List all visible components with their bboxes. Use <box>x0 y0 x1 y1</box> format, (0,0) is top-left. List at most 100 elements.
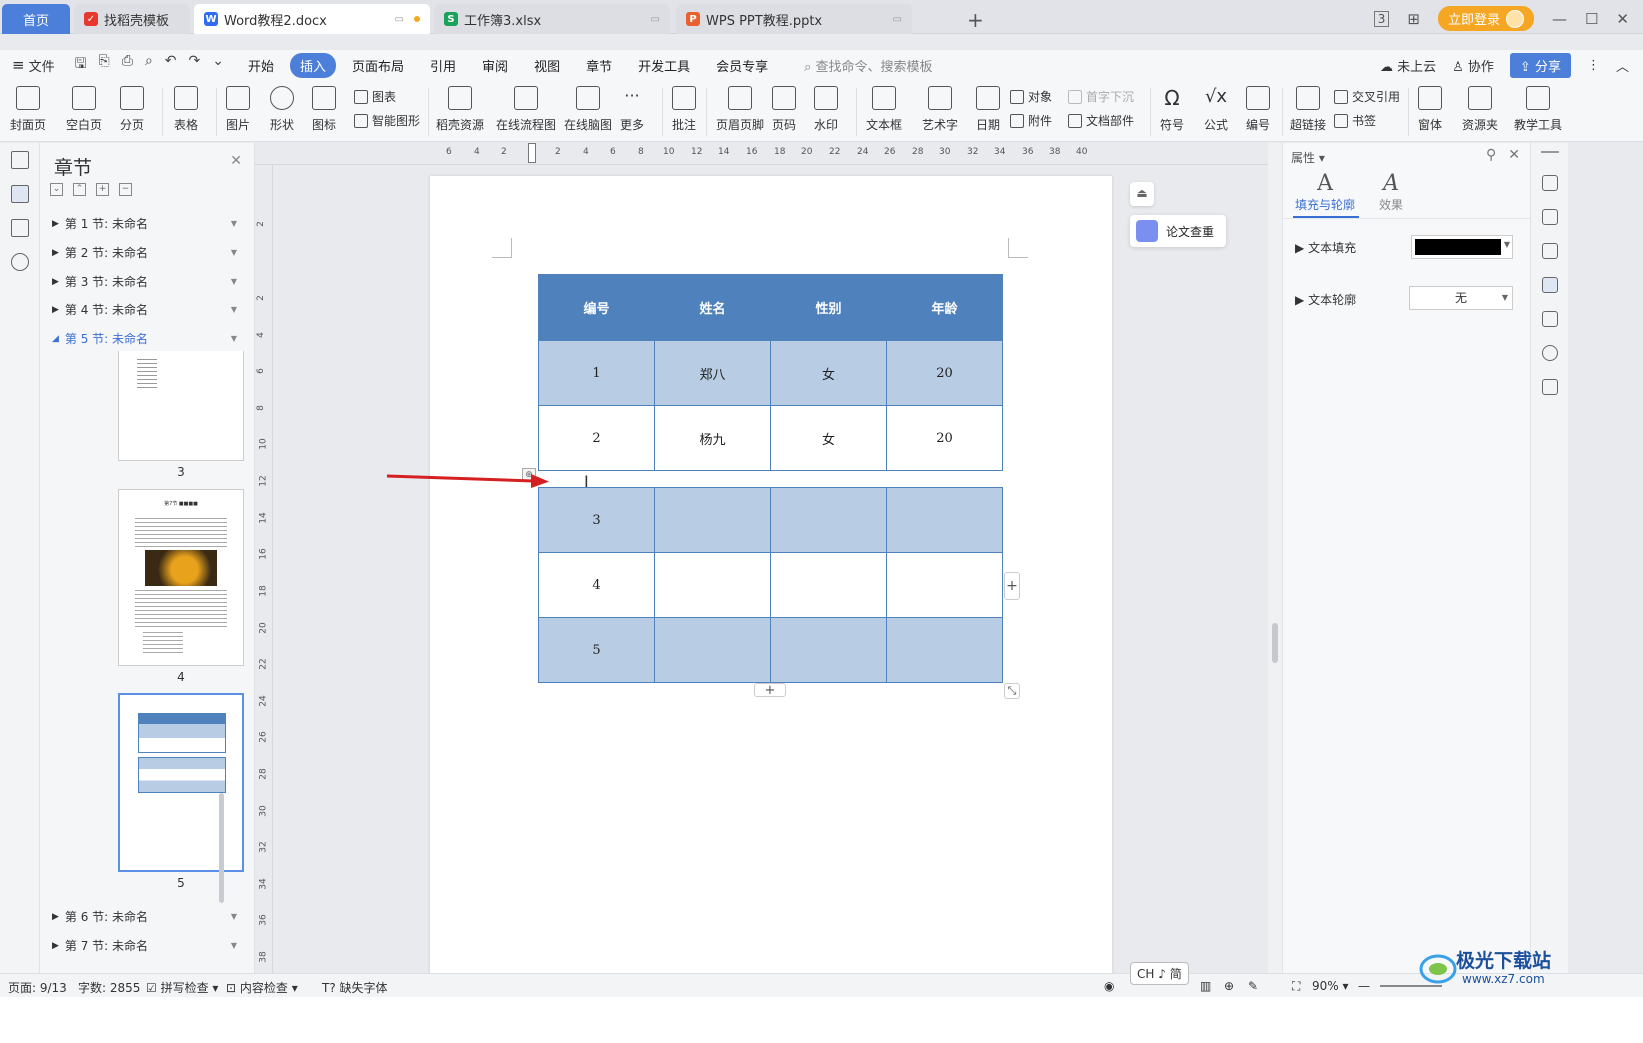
hyperlink-button[interactable]: 超链接 <box>1290 86 1326 133</box>
menu-insert[interactable]: 插入 <box>290 52 337 78</box>
menu-member[interactable]: 会员专享 <box>706 53 778 78</box>
expand-triangle-icon[interactable]: ▶ <box>52 305 59 315</box>
more-vert-icon[interactable]: ⋮ <box>1587 58 1600 73</box>
drag-handle-icon[interactable] <box>1541 151 1559 153</box>
section-item-active[interactable]: ◢ 第 5 节: 未命名 ▼ <box>52 330 237 347</box>
monitor-icon[interactable]: ▭ <box>651 14 660 25</box>
teaching-tools-button[interactable]: 教学工具 <box>1514 86 1562 133</box>
text-outline-select[interactable]: 无 ▼ <box>1409 286 1513 310</box>
collapse-triangle-icon[interactable]: ◢ <box>52 334 59 344</box>
text-fill-row[interactable]: ▶ 文本填充 <box>1295 239 1356 256</box>
table-cell[interactable] <box>770 552 887 618</box>
spell-check-button[interactable]: ☑ 拼写检查 ▾ <box>146 979 218 996</box>
collab-button[interactable]: ♙ 协作 <box>1452 56 1494 75</box>
table-cell[interactable]: 4 <box>538 552 655 618</box>
data-table-top[interactable]: 编号 姓名 性别 年龄 1 郑八 女 20 2 杨九 女 20 <box>538 274 1003 471</box>
missing-font-button[interactable]: T? 缺失字体 <box>322 979 388 996</box>
attachment-button[interactable]: 附件 <box>1010 112 1052 129</box>
tab-docer-templates[interactable]: ✓ 找稻壳模板 <box>74 4 190 34</box>
cursor-select-icon[interactable] <box>1542 243 1558 259</box>
section-item[interactable]: ▶ 第 6 节: 未命名 ▼ <box>52 908 237 925</box>
expand-triangle-icon[interactable]: ▶ <box>52 219 59 229</box>
table-header-cell[interactable]: 年龄 <box>886 274 1003 341</box>
menu-review[interactable]: 审阅 <box>472 53 518 78</box>
login-button[interactable]: 立即登录 <box>1437 6 1534 31</box>
table-header-cell[interactable]: 姓名 <box>654 274 771 341</box>
scroll-thumb[interactable] <box>1272 623 1278 663</box>
print-icon[interactable]: ⎙ <box>122 53 133 77</box>
menu-view[interactable]: 视图 <box>524 53 570 78</box>
table-cell[interactable] <box>886 617 1003 683</box>
menu-start[interactable]: 开始 <box>238 53 284 78</box>
image-tool-icon[interactable] <box>1542 311 1558 327</box>
add-section-icon[interactable]: + <box>96 183 109 196</box>
menu-page-layout[interactable]: 页面布局 <box>342 53 414 78</box>
table-cell[interactable]: 3 <box>538 487 655 553</box>
expand-all-icon[interactable]: ⌃ <box>73 183 86 196</box>
numbering-button[interactable]: 编号 <box>1246 86 1270 133</box>
document-page[interactable]: 编号 姓名 性别 年龄 1 郑八 女 20 2 杨九 女 20 ⊕ I 3 4 … <box>430 176 1112 1016</box>
preview-icon[interactable]: ⌕ <box>145 53 153 77</box>
watermark-button[interactable]: 水印 <box>814 86 838 133</box>
online-mindmap-button[interactable]: 在线脑图 <box>564 86 612 133</box>
zoom-out-icon[interactable]: — <box>1358 979 1370 993</box>
table-cell[interactable]: 女 <box>770 405 887 471</box>
header-footer-button[interactable]: 页眉页脚 <box>716 86 764 133</box>
pen-icon[interactable] <box>1542 209 1558 225</box>
remove-section-icon[interactable]: − <box>119 183 132 196</box>
more-button[interactable]: ··· 更多 <box>620 86 644 133</box>
docer-resource-button[interactable]: 稻壳资源 <box>436 86 484 133</box>
tab-home[interactable]: 首页 <box>2 4 70 34</box>
icon-button[interactable]: 图标 <box>312 86 336 133</box>
table-header-cell[interactable]: 性别 <box>770 274 887 341</box>
page-break-button[interactable]: 分页 <box>120 86 144 133</box>
blank-page-button[interactable]: 空白页 <box>66 86 102 133</box>
section-item[interactable]: ▶ 第 3 节: 未命名 ▼ <box>52 273 237 290</box>
export-icon[interactable]: ⎘ <box>99 53 110 77</box>
pen-icon[interactable]: ✎ <box>1248 979 1258 993</box>
table-resize-handle-icon[interactable]: ⤡ <box>1004 683 1020 699</box>
chevron-down-icon[interactable]: ⌄ <box>212 53 224 77</box>
table-cell[interactable] <box>770 617 887 683</box>
table-cell[interactable]: 女 <box>770 340 887 406</box>
web-layout-icon[interactable]: ⊕ <box>1224 979 1234 993</box>
expand-triangle-icon[interactable]: ▶ <box>52 248 59 258</box>
chevron-down-icon[interactable]: ▼ <box>231 334 237 343</box>
add-row-plus-icon[interactable]: + <box>754 683 786 698</box>
section-nav-icon[interactable] <box>11 185 29 203</box>
smartart-button[interactable]: 智能图形 <box>354 112 420 129</box>
date-button[interactable]: 日期 <box>976 86 1000 133</box>
new-tab-plus-icon[interactable]: + <box>967 8 984 32</box>
rocket-icon[interactable] <box>1542 175 1558 191</box>
page-count[interactable]: 页面: 9/13 <box>8 979 67 996</box>
table-cell[interactable] <box>770 487 887 553</box>
fit-page-icon[interactable]: ⛶ <box>1292 979 1300 994</box>
expand-triangle-icon[interactable]: ▶ <box>52 912 59 922</box>
menu-references[interactable]: 引用 <box>420 53 466 78</box>
read-mode-icon[interactable]: ▥ <box>1200 979 1211 993</box>
section-item[interactable]: ▶ 第 4 节: 未命名 ▼ <box>52 301 237 318</box>
monitor-icon[interactable]: ▭ <box>893 14 902 25</box>
ime-indicator[interactable]: CH ♪ 简 <box>1130 962 1189 985</box>
section-item[interactable]: ▶ 第 1 节: 未命名 ▼ <box>52 215 237 232</box>
chevron-down-icon[interactable]: ▼ <box>231 912 237 921</box>
properties-settings-icon[interactable] <box>1542 277 1558 293</box>
tab-excel-workbook[interactable]: S 工作簿3.xlsx ▭ <box>434 4 670 34</box>
menu-section[interactable]: 章节 <box>576 53 622 78</box>
text-fill-color-picker[interactable]: ▼ <box>1411 235 1513 259</box>
table-cell[interactable]: 5 <box>538 617 655 683</box>
formula-button[interactable]: √x 公式 <box>1204 86 1228 133</box>
page-number-button[interactable]: 页码 <box>772 86 796 133</box>
expand-triangle-icon[interactable]: ▶ <box>52 941 59 951</box>
redo-icon[interactable]: ↷ <box>189 53 201 77</box>
tab-word-doc[interactable]: W Word教程2.docx ▭ <box>194 4 430 34</box>
pin-icon[interactable]: ⚲ <box>1486 147 1496 163</box>
dropcap-button[interactable]: 首字下沉 <box>1068 88 1134 105</box>
outline-icon[interactable] <box>11 151 29 169</box>
minimize-icon[interactable]: — <box>1552 10 1567 28</box>
monitor-icon[interactable]: ▭ <box>395 14 404 25</box>
collapse-side-icon[interactable]: ⏏ <box>1130 182 1154 206</box>
paper-check-button[interactable]: 论文查重 <box>1130 215 1226 247</box>
symbol-button[interactable]: Ω 符号 <box>1160 86 1184 133</box>
table-cell[interactable] <box>886 552 1003 618</box>
